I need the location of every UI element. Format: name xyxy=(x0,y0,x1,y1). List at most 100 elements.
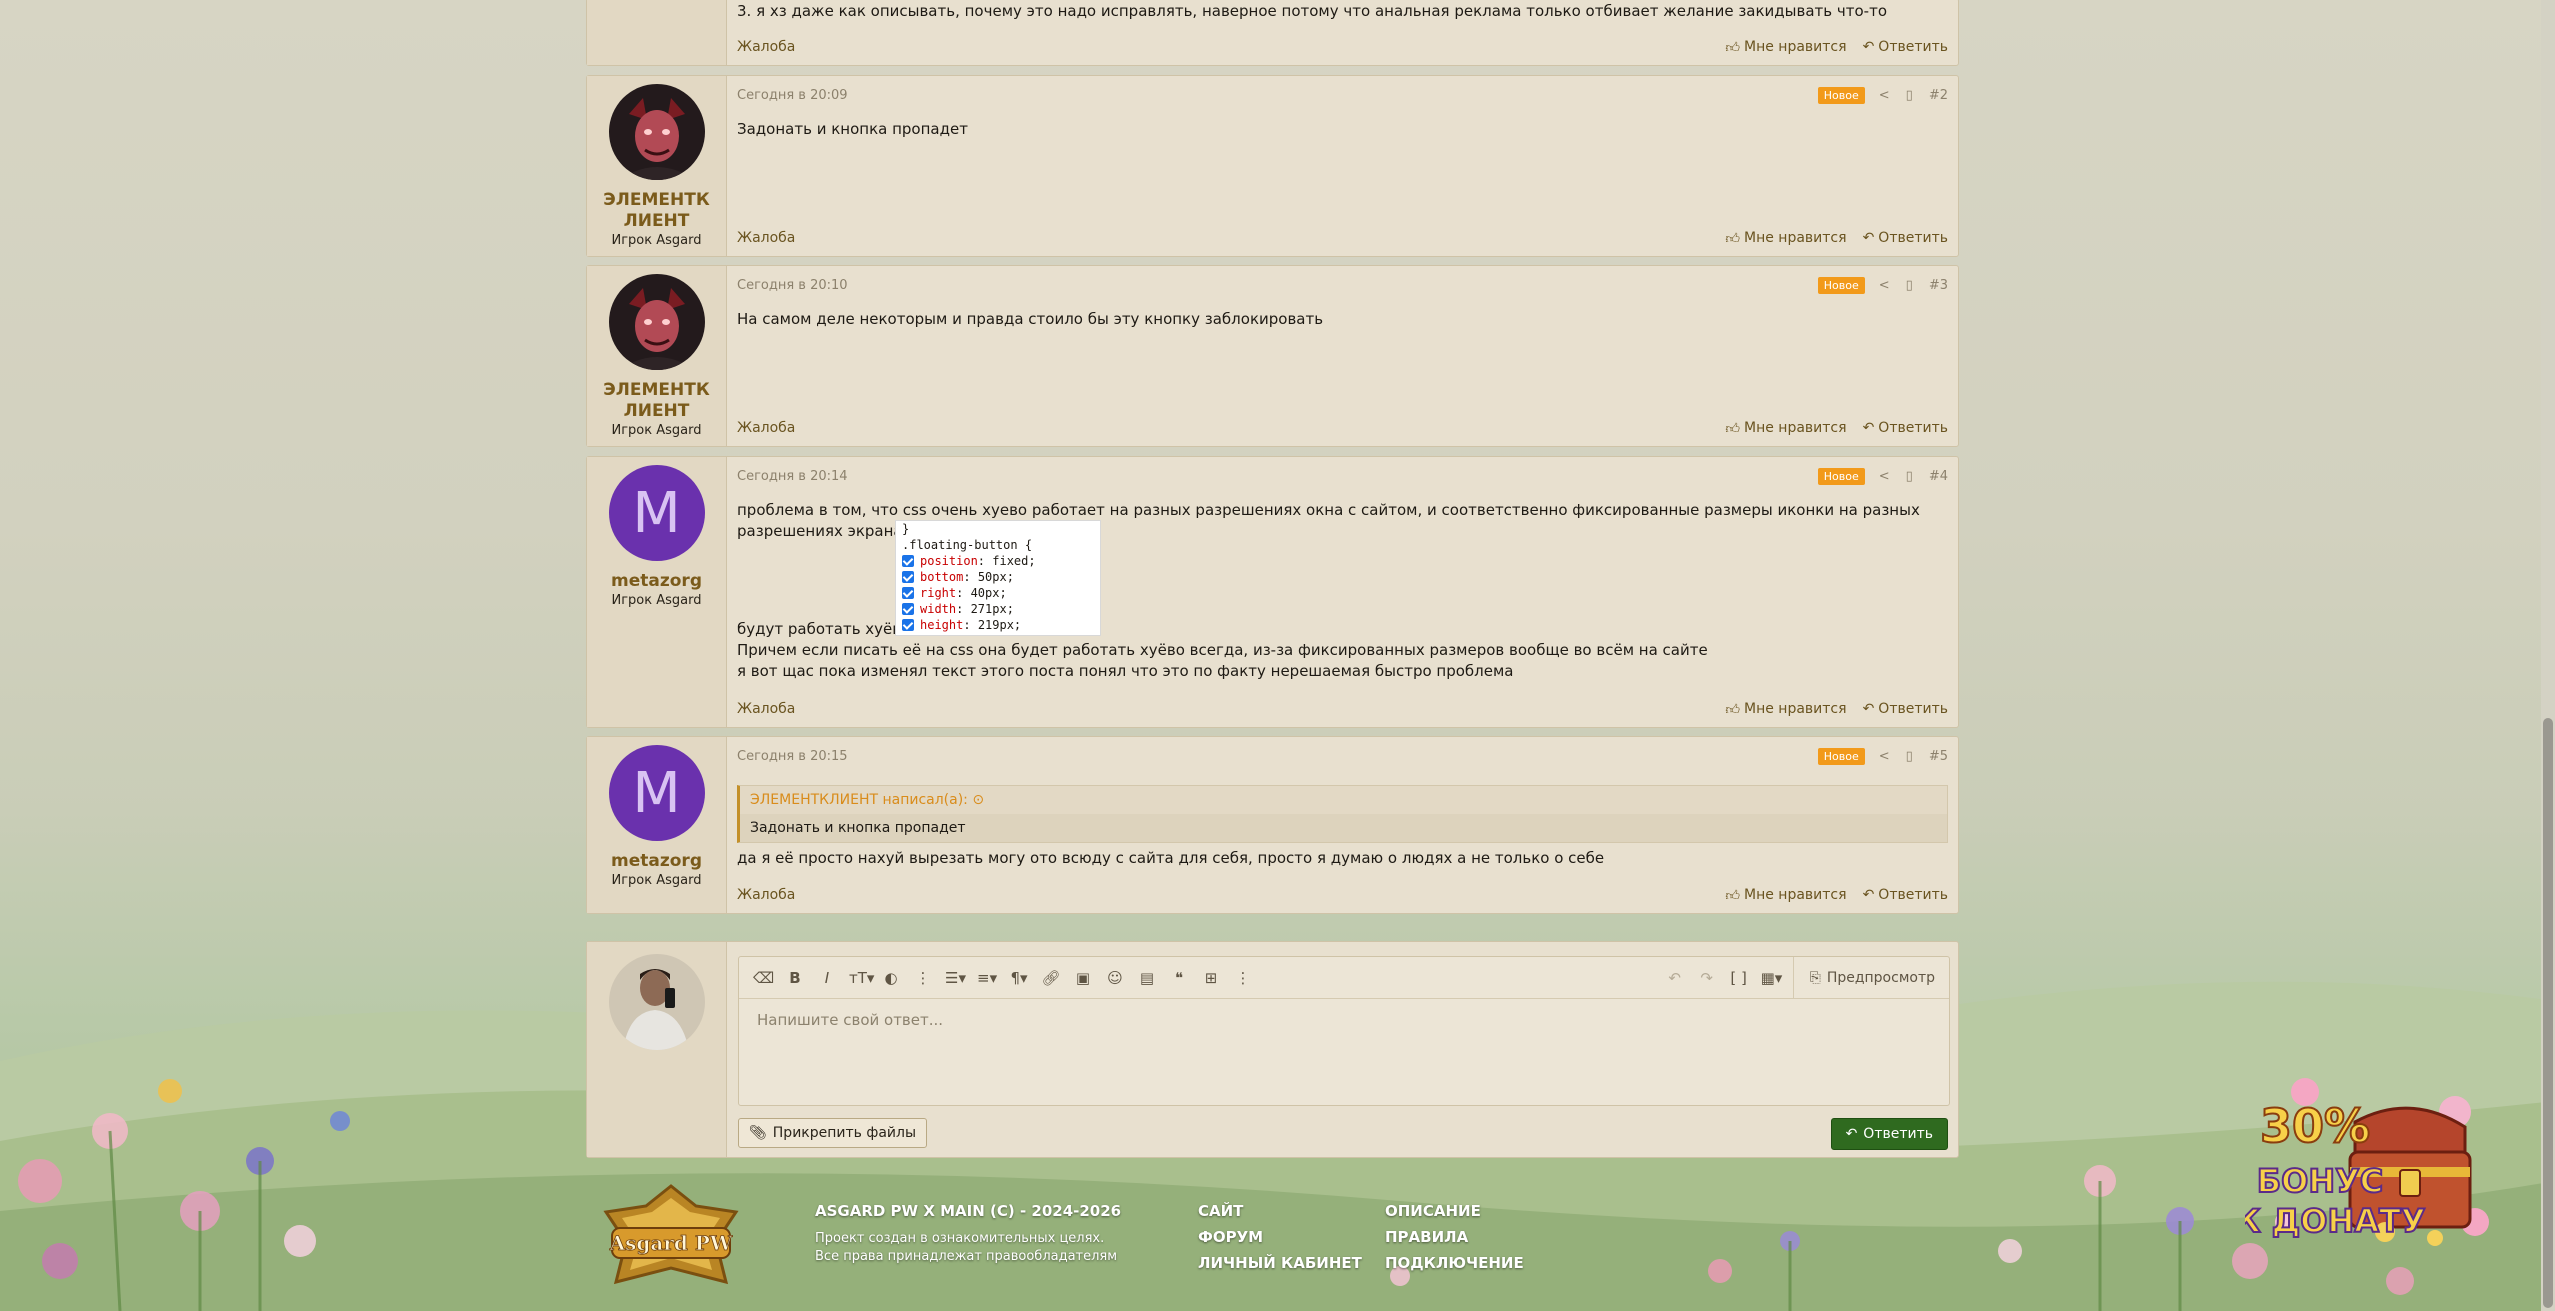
like-button[interactable]: 👍︎ Мне нравится xyxy=(1725,420,1846,437)
post-author-panel xyxy=(587,0,727,65)
post-number[interactable]: #3 xyxy=(1929,278,1948,293)
bold-icon[interactable]: B xyxy=(785,969,805,987)
avatar[interactable] xyxy=(608,274,705,370)
post-2: ЭЛЕМЕНТКЛИЕНТ Игрок Asgard Сегодня в 20:… xyxy=(586,75,1959,257)
reply-button[interactable]: ↶ Ответить xyxy=(1863,887,1948,903)
post-date[interactable]: Сегодня в 20:10 xyxy=(737,278,1818,293)
redo-icon[interactable]: ↷ xyxy=(1697,969,1717,987)
post-number[interactable]: #4 xyxy=(1929,469,1948,484)
quick-reply: ⌫ B I тT▾ ◐ ⋮ ☰▾ ≡▾ ¶▾ 🔗︎ ▣ ☺ ▤ ❝ ⊞ ⋮ ↶ … xyxy=(586,941,1959,1158)
quote-block: ЭЛЕМЕНТКЛИЕНТ написал(а): ⊙ Задонать и к… xyxy=(737,785,1948,843)
avatar[interactable]: M xyxy=(608,465,705,561)
bookmark-icon[interactable]: ▯ xyxy=(1906,749,1913,764)
font-size-icon[interactable]: тT▾ xyxy=(849,969,874,987)
italic-icon[interactable]: I xyxy=(817,969,837,987)
author-name[interactable]: ЭЛЕМЕНТКЛИЕНТ xyxy=(597,380,717,422)
share-icon[interactable]: < xyxy=(1879,749,1890,764)
reply-input[interactable]: Напишите свой ответ... xyxy=(739,999,1949,1041)
bookmark-icon[interactable]: ▯ xyxy=(1906,278,1913,293)
table-icon[interactable]: ⊞ xyxy=(1201,969,1221,987)
post-content: Сегодня в 20:09 Новое < ▯ #2 Задонать и … xyxy=(727,76,1958,256)
checkbox-icon xyxy=(902,619,914,631)
reply-button[interactable]: ↶ Ответить xyxy=(1863,230,1948,246)
link-icon[interactable]: 🔗︎ xyxy=(1041,969,1061,987)
media-icon[interactable]: ▤ xyxy=(1137,969,1157,987)
post-content: Сегодня в 20:10 Новое < ▯ #3 На самом де… xyxy=(727,266,1958,446)
reply-icon: ↶ xyxy=(1862,887,1875,903)
report-link[interactable]: Жалоба xyxy=(737,230,1709,246)
avatar xyxy=(608,954,705,1050)
thumbs-up-icon: 👍︎ xyxy=(1725,887,1741,904)
share-icon[interactable]: < xyxy=(1879,469,1890,484)
scrollbar-thumb[interactable] xyxy=(2543,718,2553,1308)
smiley-icon[interactable]: ☺ xyxy=(1105,969,1125,987)
reply-avatar-panel xyxy=(587,942,727,1157)
author-name[interactable]: metazorg xyxy=(597,571,717,592)
footer-link-rules[interactable]: ПРАВИЛА xyxy=(1385,1228,1524,1246)
post-date[interactable]: Сегодня в 20:15 xyxy=(737,749,1818,764)
report-link[interactable]: Жалоба xyxy=(737,420,1709,436)
author-name[interactable]: metazorg xyxy=(597,851,717,872)
footer-link-connect[interactable]: ПОДКЛЮЧЕНИЕ xyxy=(1385,1254,1524,1272)
footer-link-site[interactable]: САЙТ xyxy=(1198,1202,1362,1220)
arrow-up-circle-icon[interactable]: ⊙ xyxy=(972,792,984,808)
list-icon[interactable]: ☰▾ xyxy=(945,969,966,987)
like-button[interactable]: 👍︎ Мне нравится xyxy=(1725,701,1846,718)
submit-reply-button[interactable]: ↶ Ответить xyxy=(1830,1118,1948,1150)
drafts-icon[interactable]: ▦▾ xyxy=(1761,969,1783,987)
share-icon[interactable]: < xyxy=(1879,278,1890,293)
author-name[interactable]: ЭЛЕМЕНТКЛИЕНТ xyxy=(597,190,717,232)
eraser-icon[interactable]: ⌫ xyxy=(753,969,774,987)
donate-bonus-floating-button[interactable]: 30% БОНУС К ДОНАТУ xyxy=(2245,1052,2495,1262)
report-link[interactable]: Жалоба xyxy=(737,39,1709,55)
reply-button[interactable]: ↶ Ответить xyxy=(1863,701,1948,717)
thumbs-up-icon: 👍︎ xyxy=(1725,420,1741,437)
footer-link-cabinet[interactable]: ЛИЧНЫЙ КАБИНЕТ xyxy=(1198,1254,1362,1272)
code-icon[interactable]: [ ] xyxy=(1729,969,1749,987)
palette-icon[interactable]: ◐ xyxy=(881,969,901,987)
footer-link-forum[interactable]: ФОРУМ xyxy=(1198,1228,1362,1246)
image-icon[interactable]: ▣ xyxy=(1073,969,1093,987)
svg-text:30%: 30% xyxy=(2260,1099,2370,1153)
report-link[interactable]: Жалоба xyxy=(737,887,1709,903)
author-role: Игрок Asgard xyxy=(611,873,702,888)
post-author-panel: ЭЛЕМЕНТКЛИЕНТ Игрок Asgard xyxy=(587,266,727,446)
report-link[interactable]: Жалоба xyxy=(737,701,1709,717)
post-number[interactable]: #5 xyxy=(1929,749,1948,764)
post-number[interactable]: #2 xyxy=(1929,88,1948,103)
paragraph-icon[interactable]: ¶▾ xyxy=(1009,969,1029,987)
checkbox-icon xyxy=(902,555,914,567)
svg-text:БОНУС: БОНУС xyxy=(2257,1162,2384,1200)
more-icon[interactable]: ⋮ xyxy=(913,969,933,987)
preview-button[interactable]: ⎘ Предпросмотр xyxy=(1792,956,1935,999)
asgard-logo[interactable]: Asgard PW xyxy=(596,1182,746,1292)
post-text: да я её просто нахуй вырезать могу ото в… xyxy=(737,849,1605,867)
post-5: M metazorg Игрок Asgard Сегодня в 20:15 … xyxy=(586,736,1959,914)
avatar[interactable] xyxy=(608,84,705,180)
checkbox-icon xyxy=(902,603,914,615)
share-icon[interactable]: < xyxy=(1879,88,1890,103)
reply-icon: ↶ xyxy=(1845,1126,1858,1142)
post-date[interactable]: Сегодня в 20:09 xyxy=(737,88,1818,103)
quote-header[interactable]: ЭЛЕМЕНТКЛИЕНТ написал(а): ⊙ xyxy=(740,786,1947,814)
checkbox-icon xyxy=(902,571,914,583)
reply-button[interactable]: ↶ Ответить xyxy=(1863,39,1948,55)
more-icon[interactable]: ⋮ xyxy=(1233,969,1253,987)
bookmark-icon[interactable]: ▯ xyxy=(1906,88,1913,103)
like-button[interactable]: 👍︎ Мне нравится xyxy=(1725,887,1846,904)
quote-icon[interactable]: ❝ xyxy=(1169,969,1189,987)
reply-button[interactable]: ↶ Ответить xyxy=(1863,420,1948,436)
thumbs-up-icon: 👍︎ xyxy=(1725,230,1741,247)
align-icon[interactable]: ≡▾ xyxy=(977,969,997,987)
scrollbar[interactable] xyxy=(2541,0,2555,1311)
demon-avatar-icon xyxy=(608,274,705,370)
author-role: Игрок Asgard xyxy=(611,233,702,248)
bookmark-icon[interactable]: ▯ xyxy=(1906,469,1913,484)
undo-icon[interactable]: ↶ xyxy=(1665,969,1685,987)
like-button[interactable]: 👍︎ Мне нравится xyxy=(1725,230,1846,247)
footer-link-description[interactable]: ОПИСАНИЕ xyxy=(1385,1202,1524,1220)
attach-files-button[interactable]: 📎︎ Прикрепить файлы xyxy=(738,1118,928,1148)
like-button[interactable]: 👍︎ Мне нравится xyxy=(1725,39,1846,56)
post-date[interactable]: Сегодня в 20:14 xyxy=(737,469,1818,484)
avatar[interactable]: M xyxy=(608,745,705,841)
